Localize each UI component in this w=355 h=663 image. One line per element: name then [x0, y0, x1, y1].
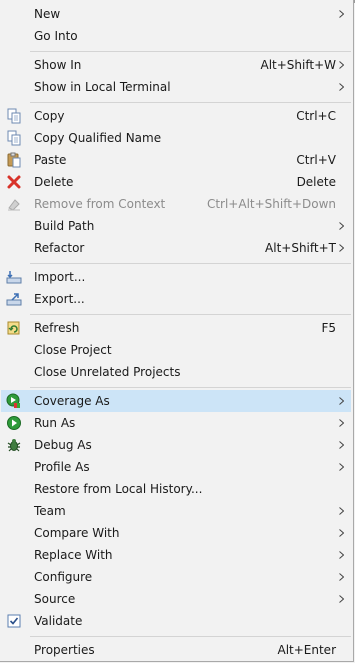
menu-item-shortcut: Delete: [296, 175, 336, 189]
copy-qualified-name-icon: [6, 130, 22, 146]
menu-item-copy-qualified-name[interactable]: Copy Qualified Name: [1, 127, 351, 149]
menu-separator: [30, 102, 351, 103]
menu-item-label: Compare With: [34, 526, 120, 540]
menu-item-shortcut: Ctrl+Alt+Shift+Down: [206, 197, 336, 211]
menu-item-show-in-local-terminal[interactable]: Show in Local Terminal: [1, 76, 351, 98]
submenu-arrow-icon: [337, 7, 345, 21]
checkbox-checked-icon: [6, 613, 22, 629]
menu-separator: [30, 51, 351, 52]
copy-icon: [6, 108, 22, 124]
menu-item-label: New: [34, 7, 61, 21]
menu-item-label: Paste: [34, 153, 67, 167]
menu-separator: [30, 314, 351, 315]
menu-item-label: Show In: [34, 58, 82, 72]
debug-bug-icon: [6, 437, 22, 453]
coverage-icon: [6, 393, 22, 409]
submenu-arrow-icon: [337, 394, 345, 408]
menu-item-refactor[interactable]: Refactor Alt+Shift+T: [1, 237, 351, 259]
menu-item-label: Source: [34, 592, 76, 606]
submenu-arrow-icon: [337, 80, 345, 94]
menu-item-validate[interactable]: Validate: [1, 610, 351, 632]
menu-item-replace-with[interactable]: Replace With: [1, 544, 351, 566]
submenu-arrow-icon: [337, 241, 345, 255]
import-icon: [6, 269, 22, 285]
submenu-arrow-icon: [337, 504, 345, 518]
export-icon: [6, 291, 22, 307]
menu-item-profile-as[interactable]: Profile As: [1, 456, 351, 478]
menu-item-label: Restore from Local History...: [34, 482, 203, 496]
menu-item-label: Team: [34, 504, 66, 518]
menu-item-shortcut: Alt+Enter: [277, 643, 336, 657]
menu-item-label: Build Path: [34, 219, 95, 233]
menu-item-team[interactable]: Team: [1, 500, 351, 522]
menu-item-paste[interactable]: Paste Ctrl+V: [1, 149, 351, 171]
menu-item-close-project[interactable]: Close Project: [1, 339, 351, 361]
menu-item-label: Refactor: [34, 241, 85, 255]
menu-item-compare-with[interactable]: Compare With: [1, 522, 351, 544]
menu-item-remove-from-context[interactable]: Remove from Context Ctrl+Alt+Shift+Down: [1, 193, 351, 215]
menu-item-label: Close Project: [34, 343, 112, 357]
menu-item-label: Coverage As: [34, 394, 110, 408]
paste-icon: [6, 152, 22, 168]
menu-item-properties[interactable]: Properties Alt+Enter: [1, 639, 351, 661]
menu-item-label: Copy Qualified Name: [34, 131, 162, 145]
menu-item-copy[interactable]: Copy Ctrl+C: [1, 105, 351, 127]
submenu-arrow-icon: [337, 570, 345, 584]
refresh-icon: [6, 320, 22, 336]
submenu-arrow-icon: [337, 438, 345, 452]
menu-item-new[interactable]: New: [1, 3, 351, 25]
menu-item-label: Run As: [34, 416, 76, 430]
menu-item-label: Properties: [34, 643, 95, 657]
menu-separator: [30, 636, 351, 637]
menu-item-run-as[interactable]: Run As: [1, 412, 351, 434]
menu-item-build-path[interactable]: Build Path: [1, 215, 351, 237]
delete-icon: [6, 174, 22, 190]
menu-item-label: Validate: [34, 614, 83, 628]
menu-item-label: Import...: [34, 270, 86, 284]
context-menu: New Go Into Show In Alt+Shift+W Show in …: [0, 0, 354, 662]
menu-item-label: Remove from Context: [34, 197, 166, 211]
menu-item-label: Configure: [34, 570, 93, 584]
submenu-arrow-icon: [337, 58, 345, 72]
menu-item-delete[interactable]: Delete Delete: [1, 171, 351, 193]
menu-item-source[interactable]: Source: [1, 588, 351, 610]
menu-item-label: Close Unrelated Projects: [34, 365, 181, 379]
menu-item-refresh[interactable]: Refresh F5: [1, 317, 351, 339]
run-icon: [6, 415, 22, 431]
menu-item-label: Replace With: [34, 548, 113, 562]
menu-item-import[interactable]: Import...: [1, 266, 351, 288]
submenu-arrow-icon: [337, 219, 345, 233]
submenu-arrow-icon: [337, 460, 345, 474]
menu-item-shortcut: Alt+Shift+T: [265, 241, 336, 255]
menu-item-label: Profile As: [34, 460, 90, 474]
menu-item-shortcut: Ctrl+C: [296, 109, 336, 123]
submenu-arrow-icon: [337, 416, 345, 430]
menu-item-debug-as[interactable]: Debug As: [1, 434, 351, 456]
menu-separator: [30, 263, 351, 264]
menu-item-label: Debug As: [34, 438, 92, 452]
menu-item-restore-from-local-history[interactable]: Restore from Local History...: [1, 478, 351, 500]
submenu-arrow-icon: [337, 548, 345, 562]
menu-item-label: Delete: [34, 175, 74, 189]
menu-item-show-in[interactable]: Show In Alt+Shift+W: [1, 54, 351, 76]
menu-separator: [30, 387, 351, 388]
submenu-arrow-icon: [337, 592, 345, 606]
menu-item-shortcut: Ctrl+V: [296, 153, 336, 167]
menu-item-label: Refresh: [34, 321, 80, 335]
menu-item-go-into[interactable]: Go Into: [1, 25, 351, 47]
menu-item-configure[interactable]: Configure: [1, 566, 351, 588]
menu-item-shortcut: Alt+Shift+W: [260, 58, 337, 72]
submenu-arrow-icon: [337, 526, 345, 540]
remove-from-context-icon: [6, 196, 22, 212]
menu-item-shortcut: F5: [321, 321, 336, 335]
menu-item-label: Copy: [34, 109, 65, 123]
menu-item-export[interactable]: Export...: [1, 288, 351, 310]
menu-item-label: Export...: [34, 292, 85, 306]
menu-item-label: Go Into: [34, 29, 78, 43]
menu-item-close-unrelated-projects[interactable]: Close Unrelated Projects: [1, 361, 351, 383]
menu-item-label: Show in Local Terminal: [34, 80, 171, 94]
menu-item-coverage-as[interactable]: Coverage As: [1, 390, 351, 412]
